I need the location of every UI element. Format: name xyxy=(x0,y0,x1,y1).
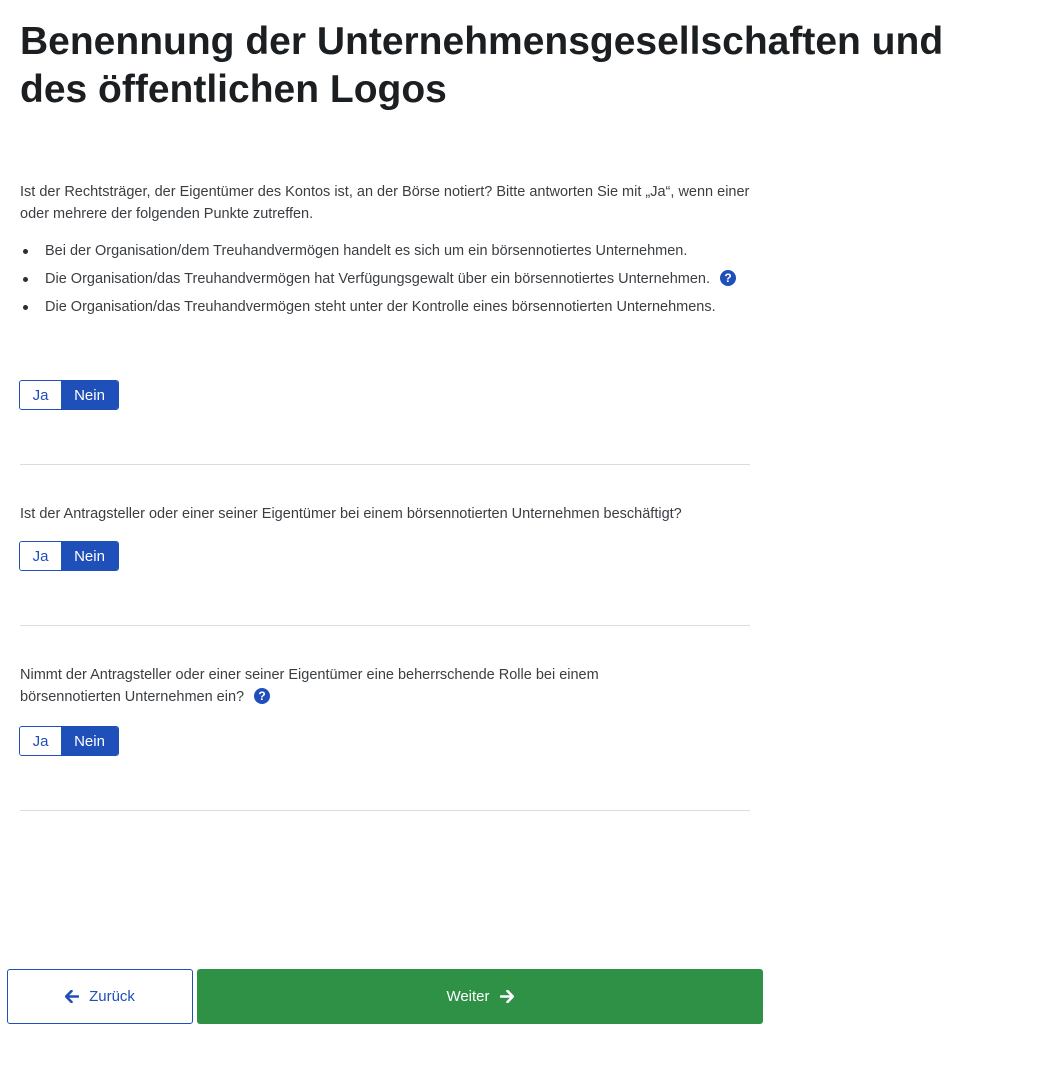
criteria-list: Bei der Organisation/dem Treuhandvermöge… xyxy=(20,239,750,319)
divider xyxy=(20,625,750,626)
list-item-text: Die Organisation/das Treuhandvermögen st… xyxy=(45,299,716,315)
page-title: Benennung der Unternehmensgesellschaften… xyxy=(20,20,944,111)
question-text-wrap: Nimmt der Antragsteller oder einer seine… xyxy=(20,664,660,708)
back-button-label: Zurück xyxy=(89,988,135,1005)
arrow-left-icon xyxy=(65,990,80,1003)
back-button[interactable]: Zurück xyxy=(7,969,193,1024)
yes-option[interactable]: Ja xyxy=(20,727,61,755)
question-controlling-role: Nimmt der Antragsteller oder einer seine… xyxy=(20,664,660,708)
next-button-label: Weiter xyxy=(446,988,490,1005)
listed-entity-toggle: Ja Nein xyxy=(19,380,119,410)
yes-option[interactable]: Ja xyxy=(20,381,61,409)
question-circle-icon[interactable]: ? xyxy=(254,688,271,704)
list-item: Die Organisation/das Treuhandvermögen st… xyxy=(20,295,750,319)
divider xyxy=(20,810,750,811)
next-button[interactable]: Weiter xyxy=(197,969,763,1024)
no-option[interactable]: Nein xyxy=(61,727,118,755)
no-option[interactable]: Nein xyxy=(61,381,118,409)
question-text: Ist der Antragsteller oder einer seiner … xyxy=(20,506,682,522)
no-option[interactable]: Nein xyxy=(61,542,118,570)
controlling-role-toggle: Ja Nein xyxy=(19,726,119,756)
employed-toggle: Ja Nein xyxy=(19,541,119,571)
divider xyxy=(20,464,750,465)
question-listed-entity: Ist der Rechtsträger, der Eigentümer des… xyxy=(20,181,750,323)
question-circle-icon[interactable]: ? xyxy=(720,270,736,286)
yes-option[interactable]: Ja xyxy=(20,542,61,570)
list-item-text: Die Organisation/das Treuhandvermögen ha… xyxy=(45,271,710,287)
list-item-text: Bei der Organisation/dem Treuhandvermöge… xyxy=(45,243,688,259)
question-text: Ist der Rechtsträger, der Eigentümer des… xyxy=(20,184,750,222)
list-item: Die Organisation/das Treuhandvermögen ha… xyxy=(20,267,750,291)
question-text: Nimmt der Antragsteller oder einer seine… xyxy=(20,667,599,705)
list-item: Bei der Organisation/dem Treuhandvermöge… xyxy=(20,239,750,263)
question-employed: Ist der Antragsteller oder einer seiner … xyxy=(20,503,750,525)
arrow-right-icon xyxy=(499,990,514,1003)
